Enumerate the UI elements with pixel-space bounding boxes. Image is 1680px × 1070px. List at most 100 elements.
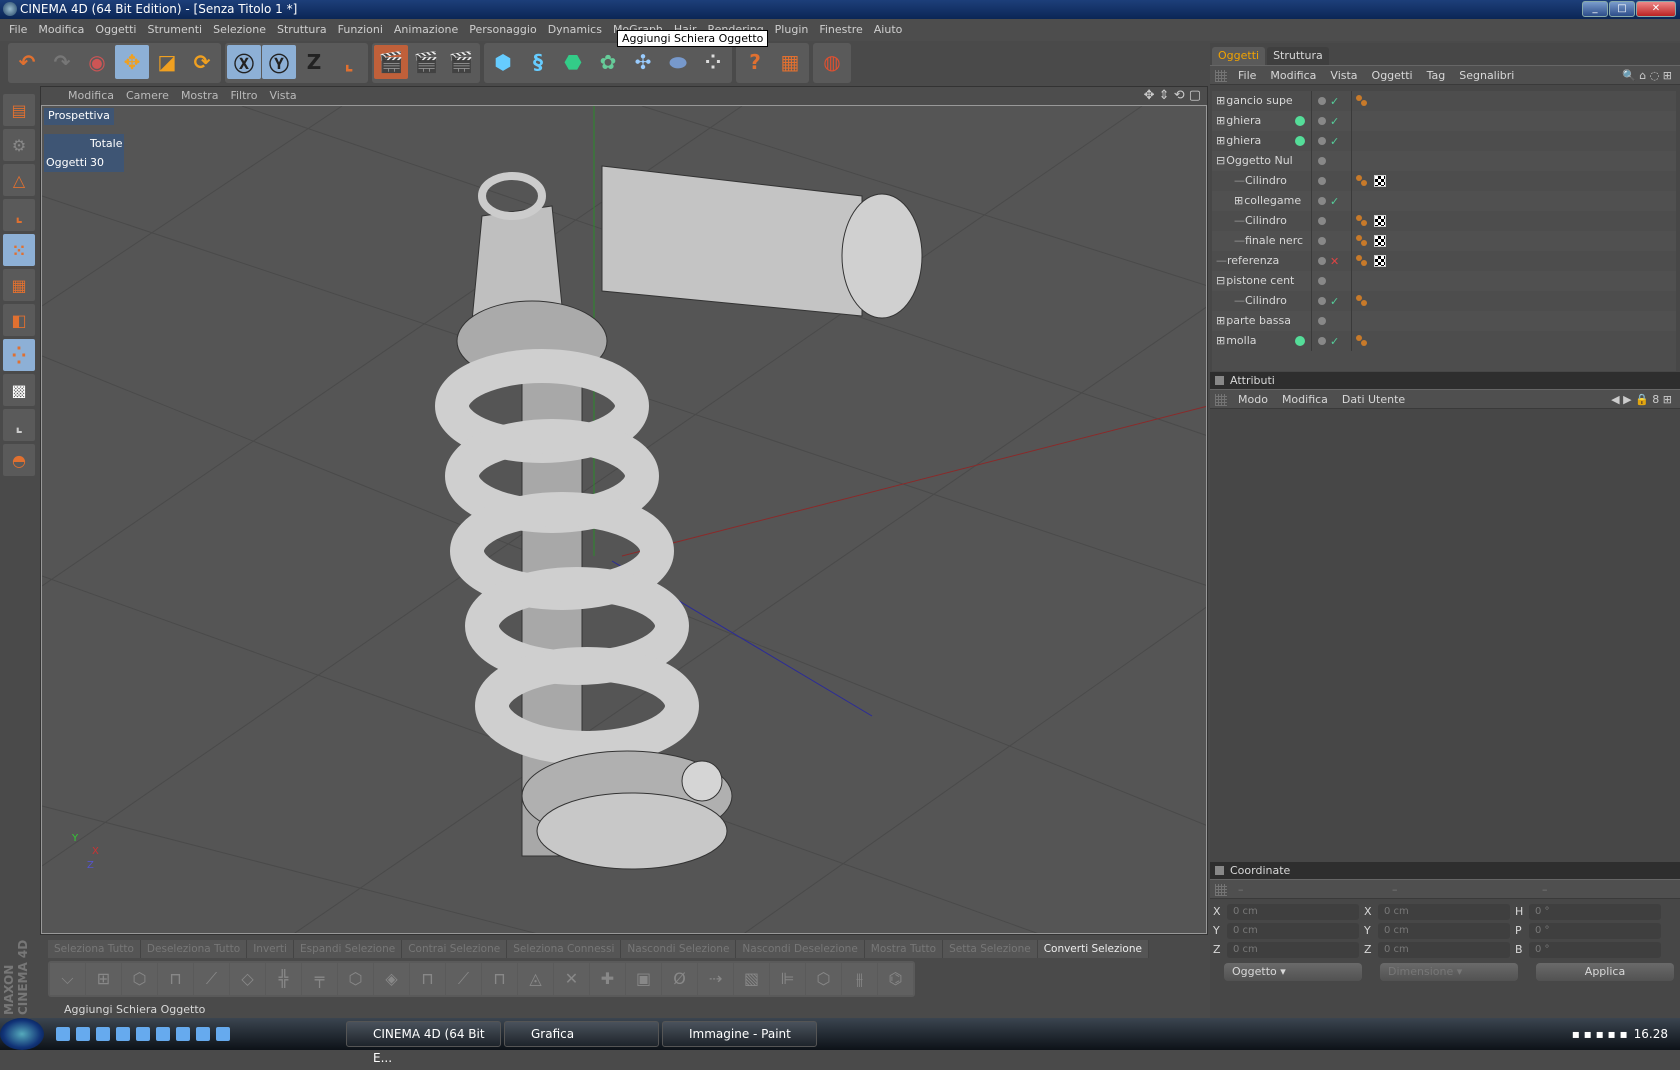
enabled-check-icon[interactable]: ✓ <box>1330 95 1342 108</box>
tab-oggetti[interactable]: Oggetti <box>1212 47 1266 65</box>
maximize-button[interactable]: □ <box>1609 1 1635 17</box>
modeling-tool-icon[interactable]: ⟋ <box>194 963 229 995</box>
enabled-check-icon[interactable]: ✓ <box>1330 135 1342 148</box>
expand-toggle-icon[interactable]: ⊟ <box>1216 274 1225 287</box>
expand-toggle-icon[interactable]: ⊞ <box>1216 314 1225 327</box>
deformer-icon[interactable]: ✣ <box>626 45 660 79</box>
word-icon[interactable] <box>196 1027 210 1041</box>
visibility-dot[interactable] <box>1318 117 1326 125</box>
viewport[interactable]: Modifica Camere Mostra Filtro Vista ✥ ⇕ ⟲ ▢ <box>40 86 1208 935</box>
visibility-dot[interactable] <box>1318 177 1326 185</box>
ie-icon[interactable] <box>56 1027 70 1041</box>
cube-icon[interactable]: ⬢ <box>486 45 520 79</box>
enabled-check-icon[interactable]: ✓ <box>1330 195 1342 208</box>
workplane-icon[interactable]: ⌞ <box>3 409 35 441</box>
object-name-cell[interactable]: —referenza <box>1212 251 1312 271</box>
object-row[interactable]: ⊞gancio supe ✓ <box>1212 91 1676 111</box>
menu-funzioni[interactable]: Funzioni <box>335 19 391 41</box>
visibility-dot[interactable] <box>1318 297 1326 305</box>
modeling-tool-icon[interactable]: ⬡ <box>122 963 157 995</box>
texture-axis-icon[interactable]: ⌞ <box>3 199 35 231</box>
object-name-cell[interactable]: —Cilindro <box>1212 291 1312 311</box>
sel-btn-4[interactable]: Contrai Selezione <box>402 940 508 958</box>
modeling-tool-icon[interactable]: ⊞ <box>86 963 121 995</box>
object-row[interactable]: ⊟pistone cent <box>1212 271 1676 291</box>
y-axis-icon[interactable]: Ⓨ <box>262 45 296 79</box>
visibility-dot[interactable] <box>1318 197 1326 205</box>
render-settings-icon[interactable]: 🎬 <box>444 45 478 79</box>
visibility-dot[interactable] <box>1318 257 1326 265</box>
sel-btn-5[interactable]: Seleziona Connessi <box>507 940 622 958</box>
texture-mode-icon[interactable]: ▩ <box>3 374 35 406</box>
object-row[interactable]: ⊞ghiera ✓ <box>1212 131 1676 151</box>
viewport-nav-icons[interactable]: ✥ ⇕ ⟲ ▢ <box>1144 88 1201 103</box>
texture-tag-icon[interactable] <box>1374 175 1386 187</box>
coord-input[interactable]: 0 cm <box>1378 903 1510 920</box>
attr-nav-icons[interactable]: ◀ ▶ 🔒 8 ⊞ <box>1611 390 1672 410</box>
tab-struttura[interactable]: Struttura <box>1267 47 1329 65</box>
om-menu-file[interactable]: File <box>1232 66 1264 84</box>
menu-selezione[interactable]: Selezione <box>210 19 274 41</box>
enabled-check-icon[interactable]: ✓ <box>1330 295 1342 308</box>
help-cursor-icon[interactable]: ? <box>738 45 772 79</box>
computer-icon[interactable] <box>96 1027 110 1041</box>
enabled-check-icon[interactable]: ✓ <box>1330 115 1342 128</box>
visibility-dot[interactable] <box>1318 317 1326 325</box>
modeling-tool-icon[interactable]: ⊫ <box>770 963 805 995</box>
undo-icon[interactable]: ↶ <box>10 45 44 79</box>
menu-finestre[interactable]: Finestre <box>816 19 870 41</box>
disabled-x-icon[interactable]: ✕ <box>1330 255 1342 268</box>
close-button[interactable]: ✕ <box>1636 1 1676 17</box>
visibility-dot[interactable] <box>1318 237 1326 245</box>
display-tag-icon[interactable] <box>1374 255 1386 267</box>
phong-tag-icon[interactable] <box>1356 175 1368 187</box>
points-mode-icon[interactable]: ⁙ <box>3 234 35 266</box>
om-tool-icons[interactable]: 🔍 ⌂ ◌ ⊞ <box>1622 66 1672 86</box>
x-axis-icon[interactable]: Ⓧ <box>227 45 261 79</box>
sel-btn-3[interactable]: Espandi Selezione <box>294 940 403 958</box>
redo-icon[interactable]: ↷ <box>45 45 79 79</box>
minimize-button[interactable]: _ <box>1582 1 1608 17</box>
sel-btn-10[interactable]: Converti Selezione <box>1038 940 1149 958</box>
visibility-dot[interactable] <box>1318 157 1326 165</box>
coordinate-system-icon[interactable]: ⌞ <box>332 45 366 79</box>
sel-btn-1[interactable]: Deseleziona Tutto <box>141 940 248 958</box>
menu-animazione[interactable]: Animazione <box>391 19 466 41</box>
phong-tag-icon[interactable] <box>1356 335 1368 347</box>
modeling-tool-icon[interactable]: ◈ <box>374 963 409 995</box>
object-row[interactable]: ⊞parte bassa <box>1212 311 1676 331</box>
modeling-tool-icon[interactable]: ✚ <box>590 963 625 995</box>
modeling-tool-icon[interactable]: ⌵ <box>50 963 85 995</box>
model-mode-icon[interactable]: ⚙ <box>3 129 35 161</box>
expand-toggle-icon[interactable]: ⊞ <box>1216 334 1225 347</box>
object-name-cell[interactable]: ⊞ghiera <box>1212 131 1312 151</box>
modeling-tool-icon[interactable]: ◬ <box>518 963 553 995</box>
web-globe-icon[interactable]: ◍ <box>815 45 849 79</box>
taskbar-task[interactable]: CINEMA 4D (64 Bit E... <box>346 1021 501 1065</box>
visibility-dot[interactable] <box>1318 97 1326 105</box>
viewport-menu-filtro[interactable]: Filtro <box>227 87 266 105</box>
phong-tag-icon[interactable] <box>1356 235 1368 247</box>
object-name-cell[interactable]: ⊞ghiera <box>1212 111 1312 131</box>
menu-dynamics[interactable]: Dynamics <box>545 19 610 41</box>
modeling-tool-icon[interactable]: ⊓ <box>482 963 517 995</box>
object-name-cell[interactable]: ⊟pistone cent <box>1212 271 1312 291</box>
menu-modifica[interactable]: Modifica <box>35 19 92 41</box>
media-icon[interactable] <box>176 1027 190 1041</box>
modeling-tool-icon[interactable]: ⇢ <box>698 963 733 995</box>
modeling-tool-icon[interactable]: ✕ <box>554 963 589 995</box>
sel-btn-8[interactable]: Mostra Tutto <box>865 940 944 958</box>
visibility-dot[interactable] <box>1318 137 1326 145</box>
sel-btn-9[interactable]: Setta Selezione <box>943 940 1038 958</box>
coord-mode-dropdown[interactable]: Oggetto ▾ <box>1224 963 1362 981</box>
coord-input[interactable]: 0 cm <box>1227 922 1359 939</box>
object-row[interactable]: ⊞ghiera ✓ <box>1212 111 1676 131</box>
texture-tag-icon[interactable] <box>1374 215 1386 227</box>
start-button[interactable] <box>0 1018 44 1050</box>
modeling-tool-icon[interactable]: ▣ <box>626 963 661 995</box>
expand-toggle-icon[interactable]: ⊞ <box>1216 134 1225 147</box>
om-menu-segnalibri[interactable]: Segnalibri <box>1453 66 1522 84</box>
edges-mode-icon[interactable]: ▦ <box>3 269 35 301</box>
taskbar-task[interactable]: Immagine - Paint <box>662 1021 817 1047</box>
move-tool-icon[interactable]: ✥ <box>115 45 149 79</box>
